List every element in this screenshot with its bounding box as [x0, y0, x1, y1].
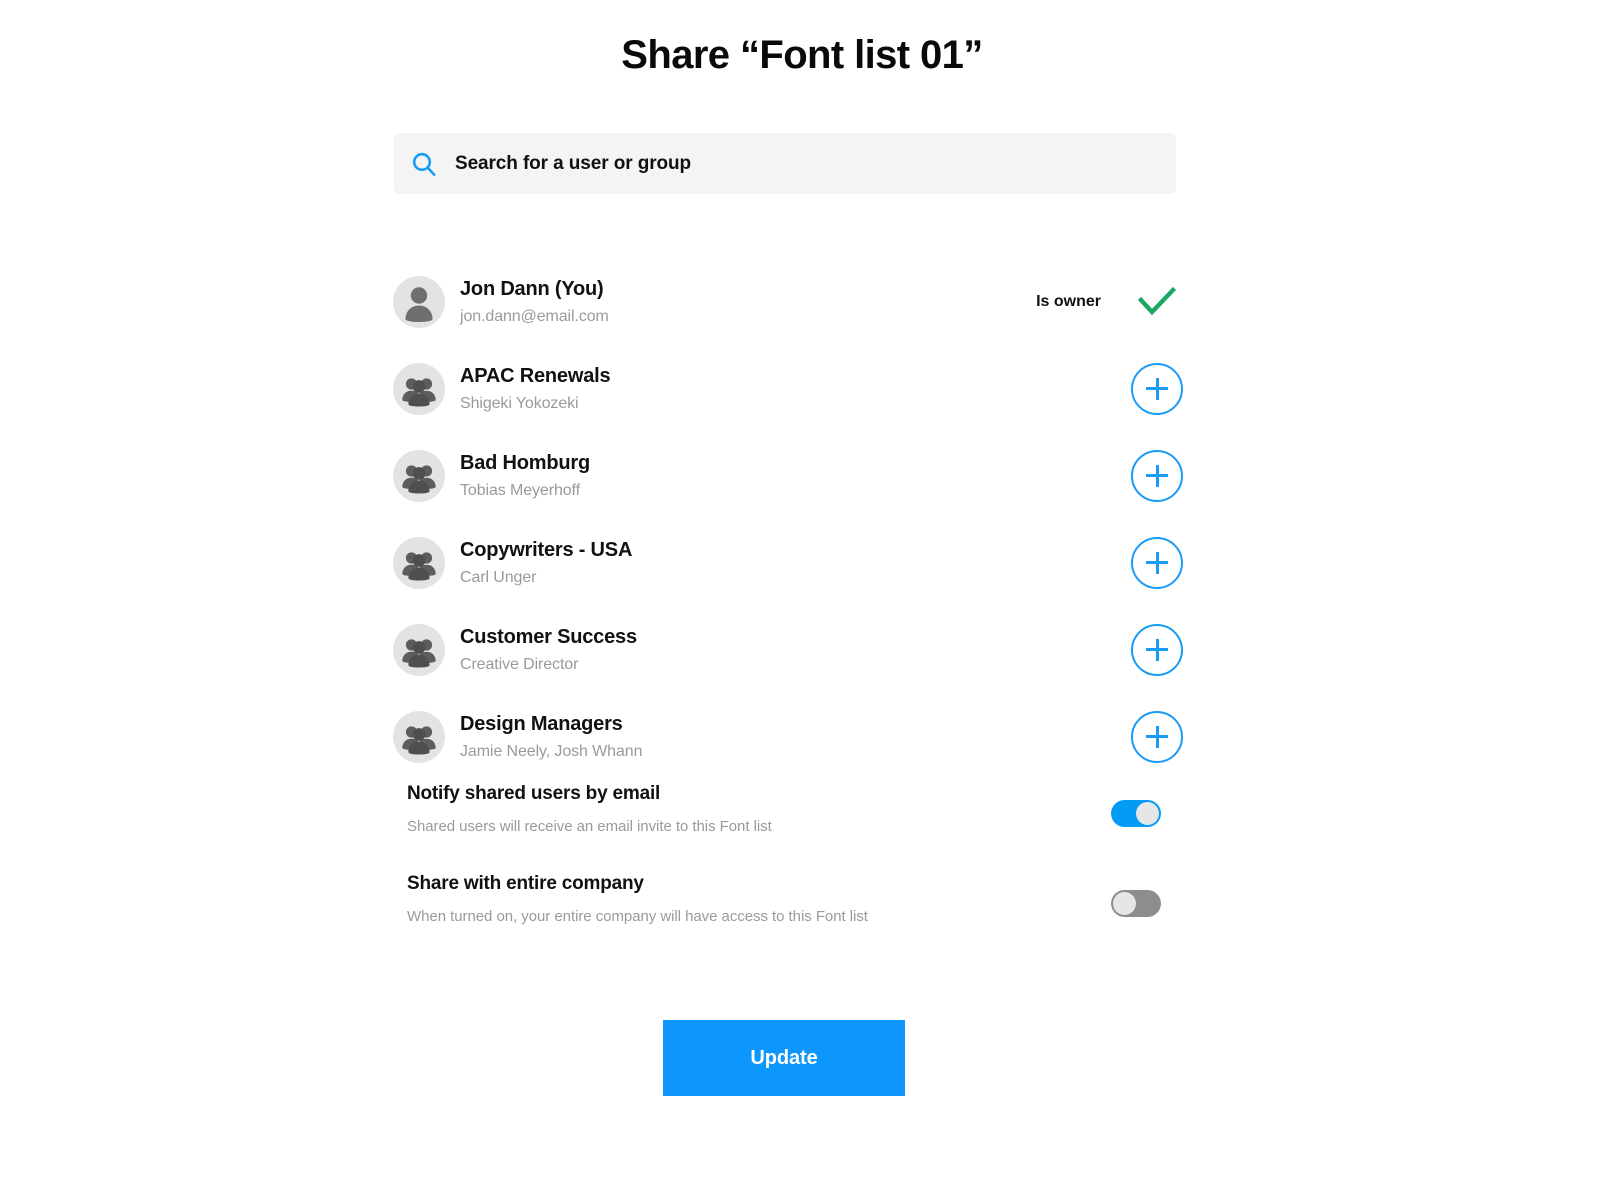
list-item-name: APAC Renewals — [460, 364, 611, 387]
list-item-text: Customer Success Creative Director — [460, 624, 1131, 676]
add-recipient-button[interactable] — [1131, 362, 1183, 415]
avatar — [393, 710, 445, 763]
add-recipient-button[interactable] — [1131, 623, 1183, 676]
add-recipient-button[interactable] — [1131, 449, 1183, 502]
plus-icon — [1146, 551, 1168, 574]
list-item-subtitle: Creative Director — [460, 655, 579, 673]
share-company-toggle[interactable] — [1111, 890, 1161, 917]
setting-notify-shared-users: Notify shared users by email Shared user… — [393, 782, 1183, 836]
page-title: Share “Font list 01” — [621, 33, 983, 77]
list-item-subtitle: Jamie Neely, Josh Whann — [460, 742, 643, 760]
list-item[interactable]: APAC Renewals Shigeki Yokozeki — [393, 345, 1183, 432]
setting-description: When turned on, your entire company will… — [407, 907, 868, 925]
list-item[interactable]: Design Managers Jamie Neely, Josh Whann — [393, 693, 1183, 780]
owner-label: Is owner — [1036, 292, 1101, 310]
plus-icon — [1146, 464, 1168, 487]
plus-icon — [1146, 725, 1168, 748]
list-item-text: Jon Dann (You) jon.dann@email.com — [460, 276, 1036, 328]
list-item-name: Jon Dann (You) — [460, 277, 604, 300]
setting-text: Share with entire company When turned on… — [393, 872, 1111, 926]
setting-text: Notify shared users by email Shared user… — [393, 782, 1111, 836]
list-item-action: Is owner — [1036, 276, 1183, 328]
list-item-action — [1131, 449, 1183, 502]
update-button[interactable]: Update — [663, 1020, 905, 1096]
search-placeholder: Search for a user or group — [455, 152, 692, 174]
list-item[interactable]: Copywriters - USA Carl Unger — [393, 519, 1183, 606]
list-item[interactable]: Jon Dann (You) jon.dann@email.com Is own… — [393, 258, 1183, 345]
list-item-text: Bad Homburg Tobias Meyerhoff — [460, 450, 1131, 502]
list-item[interactable]: Customer Success Creative Director — [393, 606, 1183, 693]
search-icon — [410, 150, 438, 178]
share-dialog: Share “Font list 01” Search for a user o… — [0, 0, 1620, 1180]
plus-icon — [1146, 638, 1168, 661]
list-item-name: Copywriters - USA — [460, 538, 633, 561]
list-item-text: Copywriters - USA Carl Unger — [460, 537, 1131, 589]
avatar — [393, 275, 445, 328]
plus-icon — [1146, 377, 1168, 400]
setting-description: Shared users will receive an email invit… — [407, 817, 772, 835]
list-item-action — [1131, 536, 1183, 589]
toggle-knob — [1136, 802, 1159, 825]
avatar — [393, 449, 445, 502]
list-item-text: APAC Renewals Shigeki Yokozeki — [460, 363, 1131, 415]
list-item-subtitle: Tobias Meyerhoff — [460, 481, 580, 499]
search-input[interactable]: Search for a user or group — [394, 133, 1176, 194]
avatar — [393, 536, 445, 589]
list-item[interactable]: Bad Homburg Tobias Meyerhoff — [393, 432, 1183, 519]
list-item-subtitle: Shigeki Yokozeki — [460, 394, 579, 412]
list-item-action — [1131, 362, 1183, 415]
list-item-action — [1131, 623, 1183, 676]
list-item-action — [1131, 710, 1183, 763]
notify-toggle[interactable] — [1111, 800, 1161, 827]
list-item-name: Bad Homburg — [460, 451, 591, 474]
setting-title: Notify shared users by email — [407, 783, 661, 804]
avatar — [393, 623, 445, 676]
avatar — [393, 362, 445, 415]
list-item-text: Design Managers Jamie Neely, Josh Whann — [460, 711, 1131, 763]
check-icon — [1131, 276, 1183, 328]
add-recipient-button[interactable] — [1131, 710, 1183, 763]
share-recipient-list: Jon Dann (You) jon.dann@email.com Is own… — [393, 258, 1183, 780]
list-item-name: Design Managers — [460, 712, 623, 735]
list-item-name: Customer Success — [460, 625, 637, 648]
list-item-subtitle: Carl Unger — [460, 568, 537, 586]
list-item-subtitle: jon.dann@email.com — [460, 307, 609, 325]
toggle-knob — [1113, 892, 1136, 915]
add-recipient-button[interactable] — [1131, 536, 1183, 589]
setting-title: Share with entire company — [407, 873, 644, 894]
setting-share-entire-company: Share with entire company When turned on… — [393, 872, 1183, 926]
